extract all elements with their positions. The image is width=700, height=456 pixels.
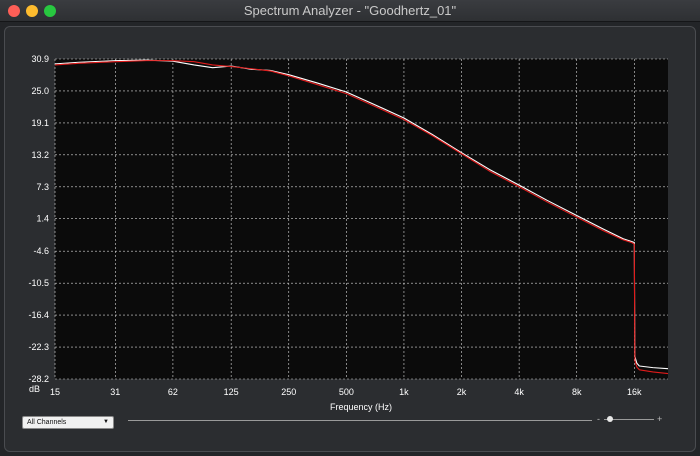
y-tick-label: 7.3 xyxy=(36,182,49,192)
x-tick-label: 62 xyxy=(168,387,178,397)
x-tick-label: 4k xyxy=(514,387,524,397)
x-tick-label: 250 xyxy=(281,387,296,397)
x-tick-label: 500 xyxy=(339,387,354,397)
y-tick-label: -16.4 xyxy=(28,310,49,320)
channel-select-value: All Channels xyxy=(27,419,67,426)
x-tick-label: 16k xyxy=(627,387,642,397)
x-tick-label: 15 xyxy=(50,387,60,397)
x-tick-labels: 15 31 62 125 250 500 1k 2k 4k 8k 16k xyxy=(50,387,642,397)
chevron-down-icon: ▼ xyxy=(103,419,109,425)
x-tick-label: 8k xyxy=(572,387,582,397)
spectrum-chart: 15 31 62 125 250 500 1k 2k 4k 8k 16k 30.9 25.0 19.1 1… xyxy=(28,54,669,412)
zoom-slider-handle[interactable] xyxy=(606,416,613,422)
y-tick-label: 25.0 xyxy=(31,86,49,96)
y-tick-label: 13.2 xyxy=(31,150,49,160)
y-axis-title: dB xyxy=(29,384,40,394)
x-axis-title: Frequency (Hz) xyxy=(330,402,392,412)
y-tick-label: -22.3 xyxy=(28,342,49,352)
x-tick-label: 1k xyxy=(399,387,409,397)
x-tick-label: 31 xyxy=(110,387,120,397)
scroll-slider[interactable] xyxy=(128,420,592,421)
zoom-out-icon[interactable]: - xyxy=(597,414,600,424)
y-tick-label: 1.4 xyxy=(36,214,49,224)
y-tick-label: 30.9 xyxy=(31,54,49,64)
y-tick-label: -4.6 xyxy=(33,246,49,256)
y-tick-label: 19.1 xyxy=(31,118,49,128)
zoom-in-icon[interactable]: + xyxy=(657,414,662,424)
channel-select[interactable]: All Channels ▼ xyxy=(22,416,114,429)
x-tick-label: 125 xyxy=(224,387,239,397)
x-tick-label: 2k xyxy=(457,387,467,397)
y-tick-label: -10.5 xyxy=(28,278,49,288)
spectrum-analyzer-window: Spectrum Analyzer - "Goodhertz_01" 15 31 6… xyxy=(0,0,700,456)
y-tick-labels: 30.9 25.0 19.1 13.2 7.3 1.4 -4.6 -10.5 -16.4 -22.… xyxy=(28,54,49,384)
y-tick-label: -28.2 xyxy=(28,374,49,384)
